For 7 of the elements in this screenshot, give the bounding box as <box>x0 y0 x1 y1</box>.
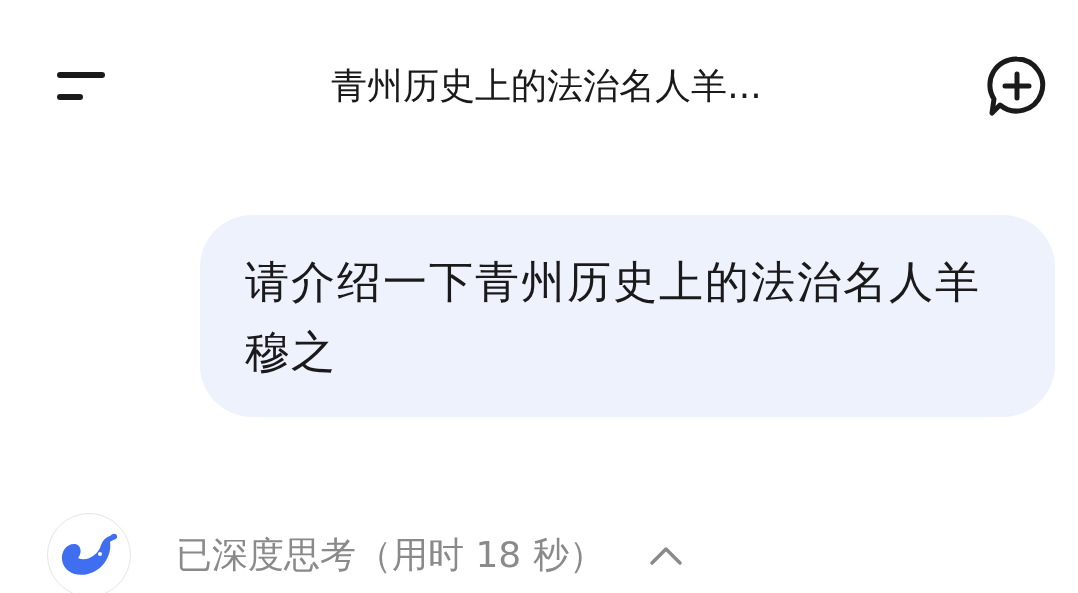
thinking-status: 已深度思考（用时 18 秒） <box>176 532 605 577</box>
new-chat-button[interactable] <box>986 55 1048 117</box>
caret-icon <box>648 544 683 566</box>
chat-plus-icon <box>986 55 1048 117</box>
collapse-button[interactable] <box>648 544 683 566</box>
chat-title: 青州历史上的法治名人羊... <box>331 63 762 108</box>
user-message: 请介绍一下青州历史上的法治名人羊穆之 <box>200 215 1055 417</box>
